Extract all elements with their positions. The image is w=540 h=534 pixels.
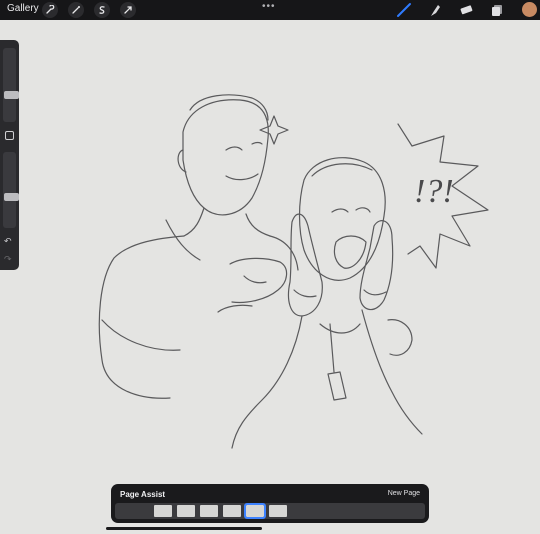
- eraser-icon[interactable]: [458, 2, 474, 18]
- page-thumbnail[interactable]: [223, 505, 241, 517]
- transform-icon[interactable]: [120, 2, 136, 18]
- modify-button[interactable]: [5, 131, 14, 140]
- smudge-icon[interactable]: [427, 2, 443, 18]
- page-thumbnail[interactable]: [177, 505, 195, 517]
- page-thumbnail[interactable]: [200, 505, 218, 517]
- sketch-artwork: !?!: [98, 94, 489, 449]
- brush-size-slider[interactable]: [3, 48, 19, 122]
- brush-size-thumb[interactable]: [4, 91, 19, 99]
- new-page-button[interactable]: New Page: [388, 490, 420, 497]
- page-thumbnail-strip: [115, 503, 425, 519]
- left-sidebar: ↶ ↷: [0, 40, 19, 270]
- page-thumbnail[interactable]: [154, 505, 172, 517]
- page-assist-title: Page Assist: [120, 490, 166, 499]
- color-swatch[interactable]: [522, 2, 537, 17]
- exclamation-annotation: !?!: [414, 173, 454, 210]
- home-indicator: [106, 527, 262, 530]
- drawing-canvas[interactable]: !?!: [0, 20, 540, 534]
- undo-icon[interactable]: ↶: [4, 236, 12, 247]
- page-thumbnail[interactable]: [269, 505, 287, 517]
- opacity-thumb[interactable]: [4, 193, 19, 201]
- redo-icon[interactable]: ↷: [4, 254, 12, 265]
- gallery-button[interactable]: Gallery: [7, 3, 39, 14]
- top-toolbar: Gallery •••: [0, 0, 540, 20]
- layers-icon[interactable]: [489, 2, 505, 18]
- brush-icon[interactable]: [396, 2, 412, 18]
- more-options-icon[interactable]: •••: [262, 1, 276, 12]
- selection-icon[interactable]: [94, 2, 110, 18]
- opacity-slider[interactable]: [3, 152, 19, 228]
- page-assist-panel: Page Assist New Page: [111, 484, 429, 523]
- wrench-icon[interactable]: [42, 2, 58, 18]
- magic-wand-icon[interactable]: [68, 2, 84, 18]
- page-thumbnail[interactable]: [244, 503, 266, 519]
